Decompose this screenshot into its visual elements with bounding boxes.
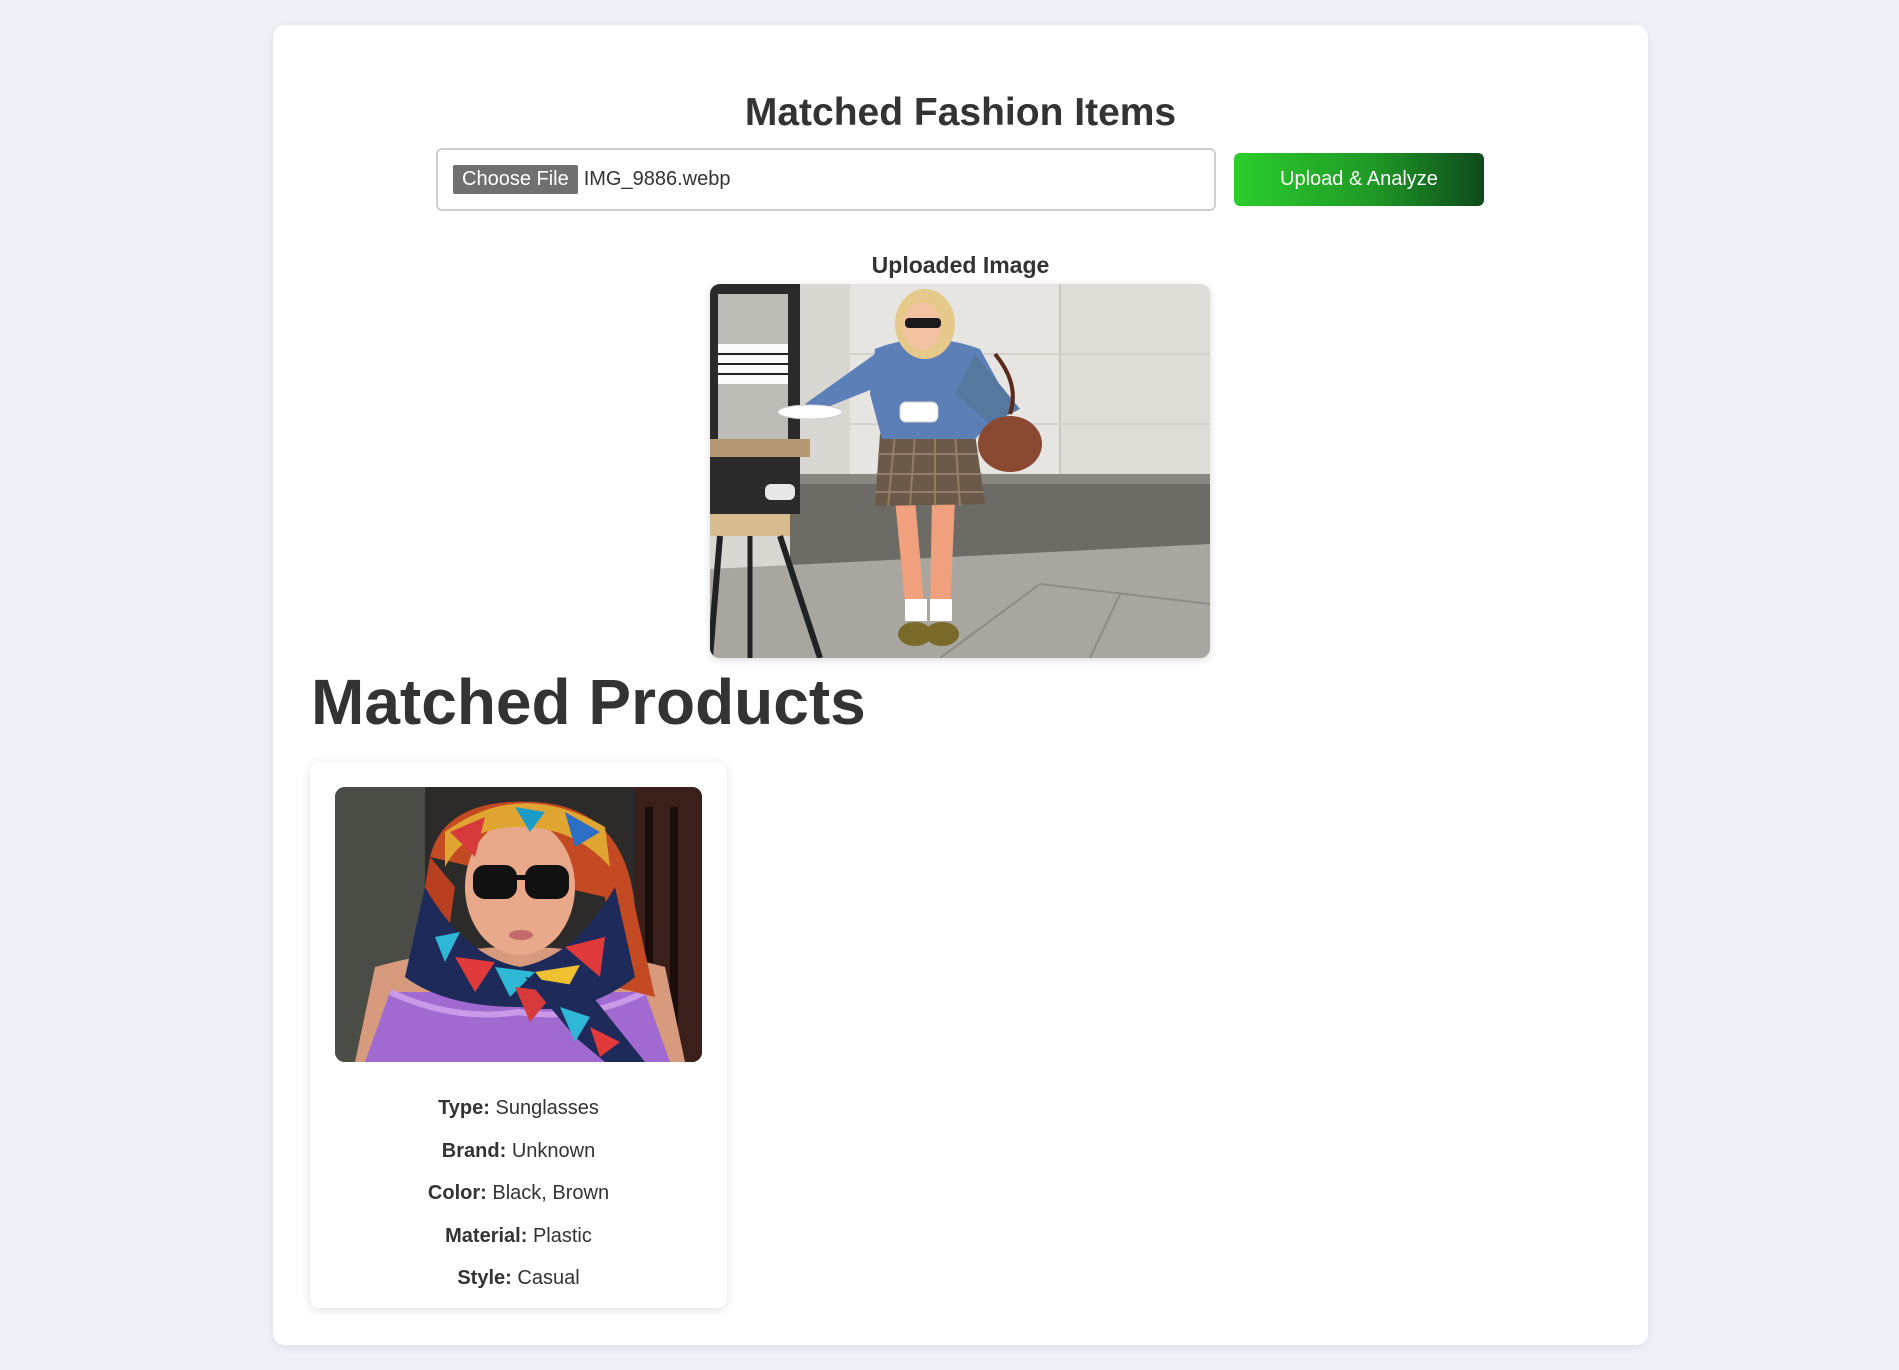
choose-file-button[interactable]: Choose File bbox=[453, 165, 578, 194]
matched-products-title: Matched Products bbox=[311, 666, 866, 738]
file-input[interactable]: Choose File IMG_9886.webp bbox=[436, 148, 1216, 211]
attr-type: Type: Sunglasses bbox=[438, 1097, 599, 1119]
uploaded-image bbox=[710, 284, 1210, 658]
attr-style: Style: Casual bbox=[457, 1267, 580, 1289]
upload-analyze-button[interactable]: Upload & Analyze bbox=[1234, 153, 1484, 206]
page-title: Matched Fashion Items bbox=[744, 91, 1177, 134]
attr-color: Color: Black, Brown bbox=[427, 1182, 610, 1204]
product-image bbox=[335, 787, 702, 1062]
main-card: Matched Fashion Items Choose File IMG_98… bbox=[273, 25, 1648, 1345]
product-card[interactable]: Type: Sunglasses Brand: Unknown Color: B… bbox=[310, 762, 727, 1308]
attr-brand: Brand: Unknown bbox=[441, 1139, 596, 1162]
uploaded-image-heading: Uploaded Image bbox=[871, 252, 1050, 278]
attr-material: Material: Plastic bbox=[445, 1224, 592, 1247]
selected-file-name: IMG_9886.webp bbox=[583, 168, 731, 190]
product-attributes: Type: Sunglasses Brand: Unknown Color: B… bbox=[310, 1087, 727, 1300]
